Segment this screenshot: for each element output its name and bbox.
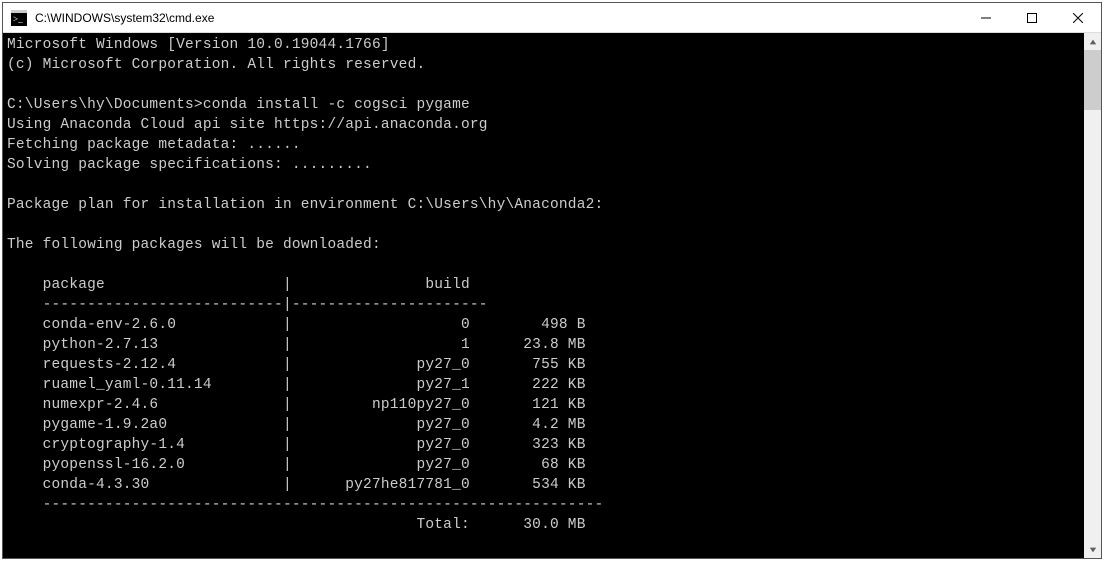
titlebar[interactable]: >_ C:\WINDOWS\system32\cmd.exe xyxy=(3,3,1101,33)
svg-text:>_: >_ xyxy=(13,14,23,24)
cmd-window: >_ C:\WINDOWS\system32\cmd.exe Microsoft… xyxy=(2,2,1102,559)
scroll-up-arrow[interactable] xyxy=(1084,33,1101,50)
vertical-scrollbar[interactable] xyxy=(1084,33,1101,558)
maximize-button[interactable] xyxy=(1009,3,1055,33)
scroll-thumb[interactable] xyxy=(1084,50,1101,110)
window-title: C:\WINDOWS\system32\cmd.exe xyxy=(35,11,963,25)
close-button[interactable] xyxy=(1055,3,1101,33)
console-output[interactable]: Microsoft Windows [Version 10.0.19044.17… xyxy=(3,33,1084,558)
client-area: Microsoft Windows [Version 10.0.19044.17… xyxy=(3,33,1101,558)
scroll-down-arrow[interactable] xyxy=(1084,541,1101,558)
cmd-icon: >_ xyxy=(11,10,27,26)
minimize-button[interactable] xyxy=(963,3,1009,33)
